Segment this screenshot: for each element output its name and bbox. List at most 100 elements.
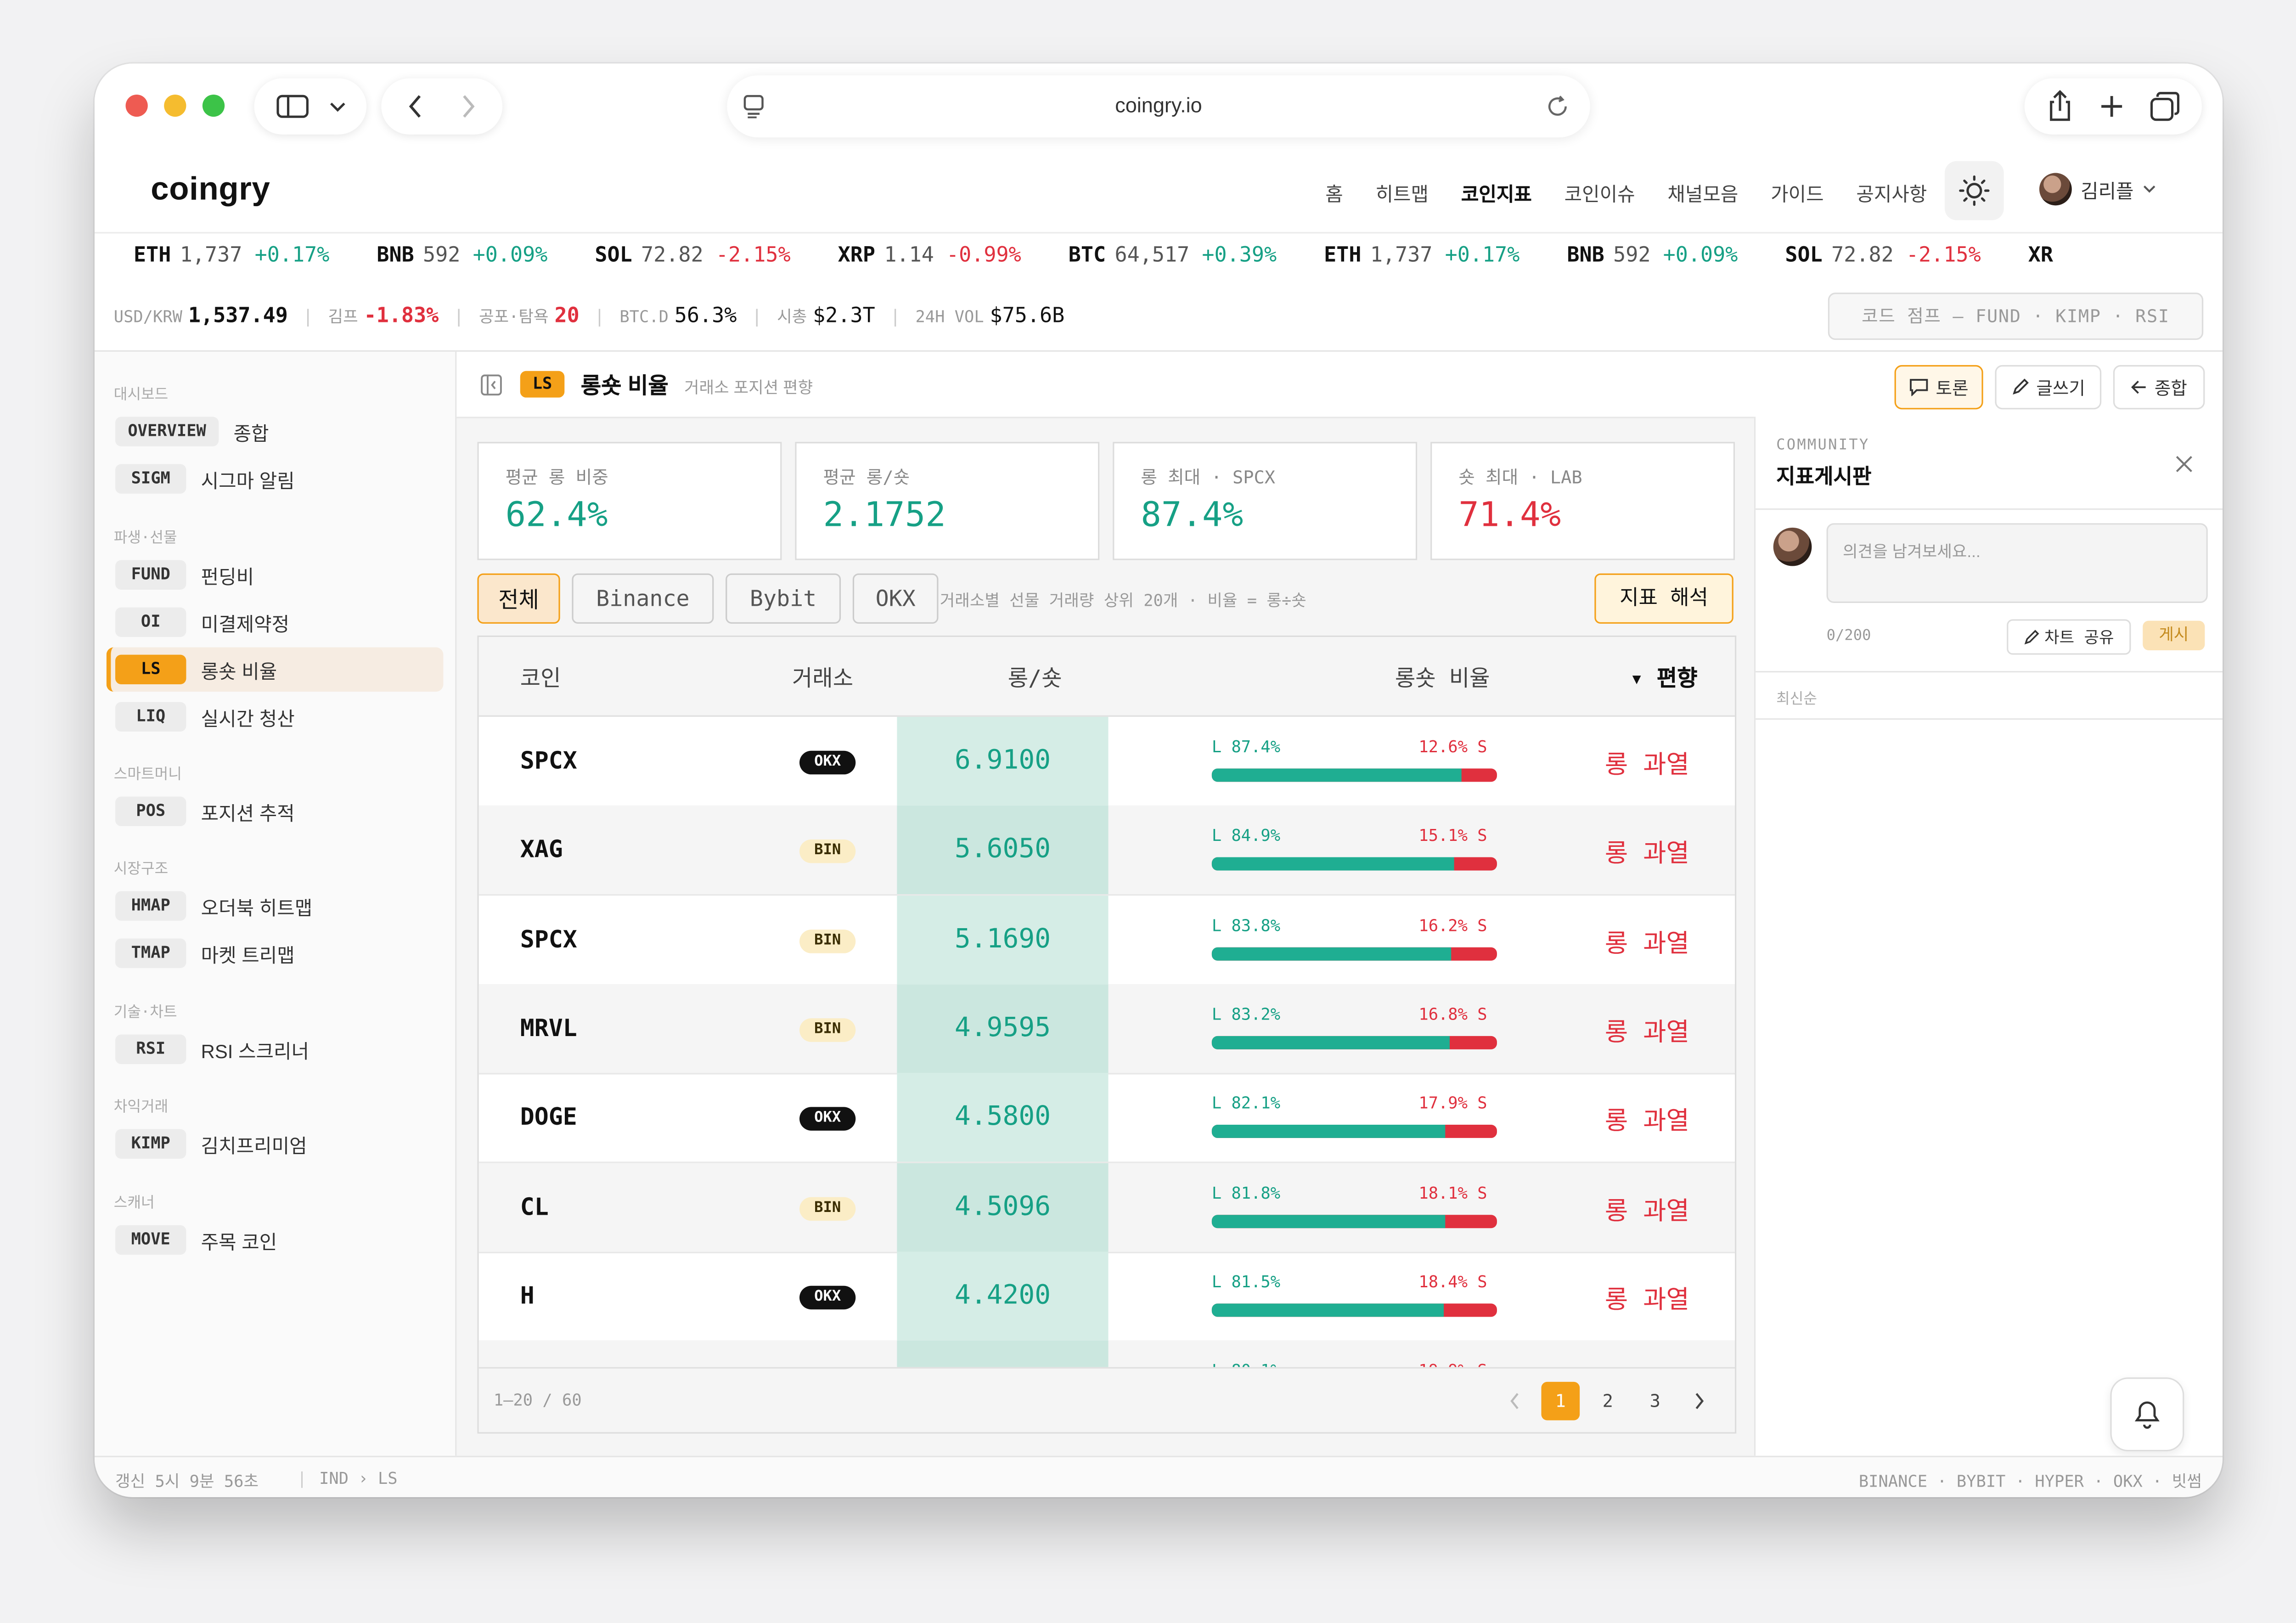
nav-item-0[interactable]: 홈	[1325, 179, 1343, 207]
share-chart-button[interactable]: 차트 공유	[2007, 619, 2131, 655]
tab-bybit[interactable]: Bybit	[726, 573, 841, 624]
code-jump-input[interactable]: 코드 점프 — FUND · KIMP · RSI	[1828, 293, 2204, 340]
tab-okx[interactable]: OKX	[852, 573, 939, 624]
comment-textarea[interactable]: 의견을 남겨보세요...	[1826, 523, 2208, 603]
site-logo[interactable]: coingry	[151, 170, 270, 209]
nav-item-4[interactable]: 채널모음	[1667, 179, 1738, 207]
table-row[interactable]: CL BIN 4.5096 L 81.8% 18.1% S 롱 과열	[478, 1162, 1735, 1253]
prev-page-icon[interactable]	[1509, 1392, 1521, 1410]
nav-item-2[interactable]: 코인지표	[1461, 179, 1532, 207]
back-arrow-icon[interactable]	[408, 95, 422, 118]
ticker-symbol: ETH	[134, 243, 171, 268]
back-label: 종합	[2154, 378, 2187, 399]
sidebar-section-title: 스캐너	[113, 1195, 155, 1212]
sidebar-item-ls[interactable]: LS 롱숏 비율	[106, 647, 444, 692]
tab-전체[interactable]: 전체	[477, 573, 560, 624]
theme-toggle-button[interactable]	[1945, 161, 2004, 220]
sidebar-item-liq[interactable]: LIQ 실시간 청산	[107, 695, 444, 739]
table-row[interactable]: SPCX BIN 5.1690 L 83.8% 16.2% S 롱 과열	[478, 895, 1735, 986]
ticker-item[interactable]: ETH 1,737 +0.17%	[134, 244, 329, 267]
col-exchange[interactable]: 거래소	[792, 662, 853, 693]
ticker-item[interactable]: BTC 64,517 +0.39%	[1069, 244, 1277, 267]
nav-item-3[interactable]: 코인이슈	[1564, 179, 1635, 207]
share-icon[interactable]	[2047, 90, 2073, 123]
new-tab-icon[interactable]	[2100, 95, 2123, 118]
summary-card-value: 71.4%	[1458, 496, 1561, 535]
short-percent-value: 18.1	[1418, 1183, 1458, 1202]
table-row[interactable]: SPCX OKX 6.9100 L 87.4% 12.6% S 롱 과열	[478, 716, 1735, 807]
address-bar[interactable]: coingry.io	[727, 75, 1590, 138]
sidebar-item-hmap[interactable]: HMAP 오더북 히트맵	[107, 884, 444, 928]
ticker-item[interactable]: XRP 1.14 -0.99%	[838, 244, 1021, 267]
sidebar-item-code: TMAP	[115, 938, 186, 968]
tab-overview-icon[interactable]	[2150, 92, 2180, 121]
col-ls-ratio[interactable]: 롱숏 비율	[1395, 662, 1490, 693]
long-short-bar	[1211, 1303, 1497, 1317]
tab-binance[interactable]: Binance	[572, 573, 714, 624]
avatar	[2039, 173, 2072, 206]
page-header: LS 롱숏 비율 거래소 포지션 편향 토론 글쓰기 종합	[456, 351, 2205, 418]
discuss-button[interactable]: 토론	[1894, 365, 1983, 410]
sidebar-item-tmap[interactable]: TMAP 마켓 트리맵	[107, 931, 444, 975]
ticker-item[interactable]: SOL 72.82 -2.15%	[1785, 244, 1981, 267]
exchange-tabs: 전체 Binance Bybit OKX	[477, 573, 939, 624]
ticker-item[interactable]: BNB 592 +0.09%	[1567, 244, 1738, 267]
sidebar-item-sigm[interactable]: SIGM 시그마 알림	[107, 456, 444, 501]
long-share-fill	[1211, 768, 1461, 782]
ticker-item[interactable]: SOL 72.82 -2.15%	[595, 244, 790, 267]
write-button[interactable]: 글쓰기	[1995, 365, 2102, 410]
sidebar-item-kimp[interactable]: KIMP 김치프리미엄	[107, 1122, 444, 1167]
sidebar-item-label: 김치프리미엄	[201, 1134, 307, 1157]
long-share-fill	[1211, 1214, 1445, 1228]
sort-order[interactable]: 최신순	[1776, 686, 1817, 708]
minimize-window-button[interactable]	[164, 94, 186, 117]
page-button-1[interactable]: 1	[1541, 1381, 1580, 1420]
market-stats: USD/KRW 1,537.49 | 김프 -1.83% | 공포·탐욕 20 | BTC.D 56…	[114, 304, 1064, 328]
ticker-symbol: SOL	[1785, 243, 1823, 268]
page-button-3[interactable]: 3	[1636, 1382, 1674, 1420]
back-to-overview-button[interactable]: 종합	[2113, 365, 2205, 410]
nav-item-1[interactable]: 히트맵	[1376, 179, 1429, 207]
nav-item-5[interactable]: 가이드	[1771, 179, 1823, 207]
exchange-badge: BIN	[799, 929, 856, 953]
reload-icon[interactable]	[1546, 95, 1569, 118]
col-bias[interactable]: ▾ 편향	[1630, 662, 1698, 693]
page-button-2[interactable]: 2	[1588, 1382, 1627, 1420]
close-icon[interactable]	[2175, 455, 2193, 473]
sidebar-item-move[interactable]: MOVE 주목 코인	[107, 1218, 444, 1262]
table-row[interactable]: MRVL BIN 4.9595 L 83.2% 16.8% S 롱 과열	[478, 984, 1735, 1075]
table-row[interactable]: DOGE OKX 4.5800 L 82.1% 17.9% S 롱 과열	[478, 1073, 1735, 1164]
table-row[interactable]: XAG BIN 5.6050 L 84.9% 15.1% S 롱 과열	[478, 806, 1735, 896]
ticker-item[interactable]: BNB 592 +0.09%	[377, 244, 547, 267]
sidebar-item-oi[interactable]: OI 미결제약정	[107, 600, 444, 645]
sidebar-item-fund[interactable]: FUND 펀딩비	[107, 553, 444, 597]
summary-card-label: 롱 최대 · SPCX	[1141, 467, 1275, 488]
sidebar-item-code: LS	[115, 654, 186, 684]
ticker-item[interactable]: XR	[2028, 244, 2062, 267]
collapse-sidebar-icon[interactable]	[480, 374, 502, 396]
short-percent: 12.6% S	[1418, 737, 1487, 757]
next-page-icon[interactable]	[1694, 1392, 1705, 1410]
interpret-button[interactable]: 지표 해석	[1594, 573, 1733, 624]
write-label: 글쓰기	[2036, 378, 2085, 399]
post-button[interactable]: 게시	[2143, 620, 2205, 650]
user-menu[interactable]: 김리플	[2039, 173, 2156, 206]
col-ratio[interactable]: 롱/숏	[1008, 662, 1062, 693]
sidebar-item-pos[interactable]: POS 포지션 추적	[107, 789, 444, 834]
col-coin[interactable]: 코인	[520, 662, 561, 693]
zoom-window-button[interactable]	[202, 94, 225, 117]
forward-arrow-icon[interactable]	[461, 95, 476, 118]
table-row[interactable]: H OKX 4.4200 L 81.5% 18.4% S 롱 과열	[478, 1251, 1735, 1342]
sidebar-item-label: 미결제약정	[201, 612, 290, 635]
divider: |	[297, 1469, 307, 1488]
long-share-fill	[1211, 947, 1451, 960]
sidebar-item-overview[interactable]: OVERVIEW 종합	[107, 409, 444, 454]
sidebar-item-rsi[interactable]: RSI RSI 스크리너	[107, 1027, 444, 1072]
close-window-button[interactable]	[125, 94, 148, 117]
table-row[interactable]: L 80.1% 19.9% S	[478, 1341, 1735, 1367]
sidebar-toggle-button[interactable]	[254, 78, 367, 135]
ticker-item[interactable]: ETH 1,737 +0.17%	[1324, 244, 1519, 267]
nav-item-6[interactable]: 공지사항	[1856, 179, 1927, 207]
chevron-down-icon	[2143, 186, 2155, 193]
notification-button[interactable]	[2110, 1377, 2184, 1452]
